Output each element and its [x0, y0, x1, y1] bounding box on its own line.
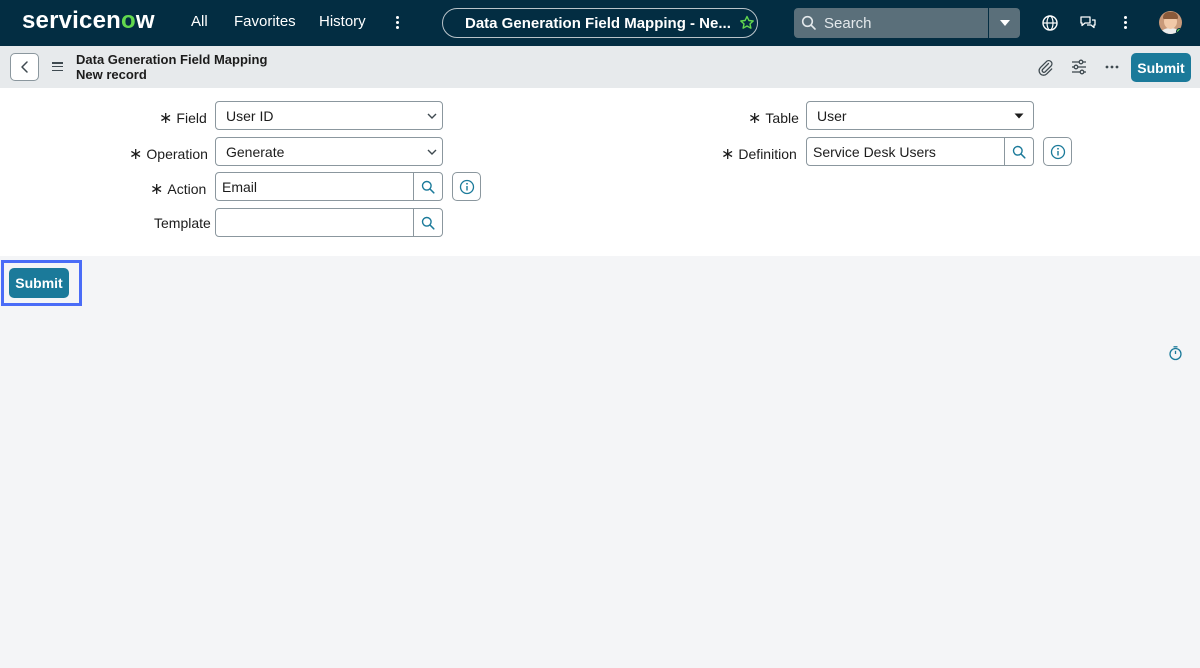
template-input[interactable]	[216, 209, 442, 236]
action-label: ∗ Action	[150, 181, 207, 198]
chevron-left-icon	[20, 61, 28, 73]
info-icon	[1050, 144, 1065, 159]
nav-all[interactable]: All	[191, 13, 208, 30]
back-button[interactable]	[10, 53, 39, 81]
action-info-button[interactable]	[452, 172, 481, 201]
form-subtitle: New record	[76, 67, 147, 82]
search-icon	[1012, 145, 1026, 159]
attachment-icon[interactable]	[1036, 58, 1054, 76]
record-title: Data Generation Field Mapping New record	[76, 52, 267, 82]
search-icon	[421, 180, 435, 194]
submit-button[interactable]: Submit	[9, 268, 69, 298]
required-asterisk-icon: ∗	[748, 110, 762, 127]
search-input[interactable]	[824, 14, 978, 32]
user-menu-more-icon[interactable]	[1119, 12, 1131, 32]
table-select[interactable]: User	[806, 101, 1034, 130]
template-label: Template	[154, 215, 211, 231]
template-field	[215, 208, 443, 237]
chat-icon[interactable]	[1078, 13, 1098, 33]
required-asterisk-icon: ∗	[150, 181, 164, 198]
more-options-icon[interactable]	[1103, 58, 1121, 76]
record-title-text: Data Generation Field Mapping - Ne...	[465, 14, 731, 32]
chevron-down-icon	[422, 137, 442, 166]
action-lookup-button[interactable]	[413, 173, 442, 200]
required-asterisk-icon: ∗	[721, 146, 735, 163]
nav-history[interactable]: History	[319, 13, 366, 30]
definition-field	[806, 137, 1034, 166]
context-menu-icon[interactable]	[52, 62, 63, 71]
search-scope-dropdown-icon[interactable]	[988, 8, 1020, 38]
caret-down-icon	[1005, 101, 1033, 130]
presence-status-icon	[1176, 28, 1182, 34]
user-avatar[interactable]	[1159, 11, 1182, 34]
servicenow-logo[interactable]: servicenow	[22, 7, 155, 35]
definition-info-button[interactable]	[1043, 137, 1072, 166]
action-field	[215, 172, 443, 201]
definition-lookup-button[interactable]	[1004, 138, 1033, 165]
search-icon	[794, 8, 824, 38]
top-navigation-bar: servicenow All Favorites History Data Ge…	[0, 0, 1200, 46]
action-input[interactable]	[216, 173, 442, 200]
record-title-pill[interactable]: Data Generation Field Mapping - Ne...	[442, 8, 758, 38]
definition-label: ∗ Definition	[721, 146, 797, 163]
favorite-star-icon[interactable]	[739, 15, 755, 31]
field-label: ∗ Field	[159, 110, 207, 127]
form-title: Data Generation Field Mapping	[76, 52, 268, 67]
operation-label: ∗ Operation	[129, 146, 208, 163]
field-select[interactable]: User ID	[215, 101, 443, 130]
definition-input[interactable]	[807, 138, 1033, 165]
form-panel: ∗ Field User ID ∗ Operation Generate ∗ Acti…	[0, 88, 1200, 256]
stopwatch-icon[interactable]	[1168, 345, 1183, 361]
nav-favorites[interactable]: Favorites	[234, 13, 296, 30]
search-icon	[421, 216, 435, 230]
chevron-down-icon	[422, 101, 442, 130]
required-asterisk-icon: ∗	[129, 146, 143, 163]
global-search	[794, 8, 1020, 38]
submit-button-header[interactable]: Submit	[1131, 53, 1191, 82]
globe-icon[interactable]	[1040, 13, 1060, 33]
template-lookup-button[interactable]	[413, 209, 442, 236]
record-header: Data Generation Field Mapping New record…	[0, 46, 1200, 88]
nav-more-icon[interactable]	[391, 12, 403, 32]
operation-select[interactable]: Generate	[215, 137, 443, 166]
settings-sliders-icon[interactable]	[1070, 58, 1088, 76]
table-label: ∗ Table	[748, 110, 799, 127]
required-asterisk-icon: ∗	[159, 110, 173, 127]
info-icon	[459, 179, 474, 194]
